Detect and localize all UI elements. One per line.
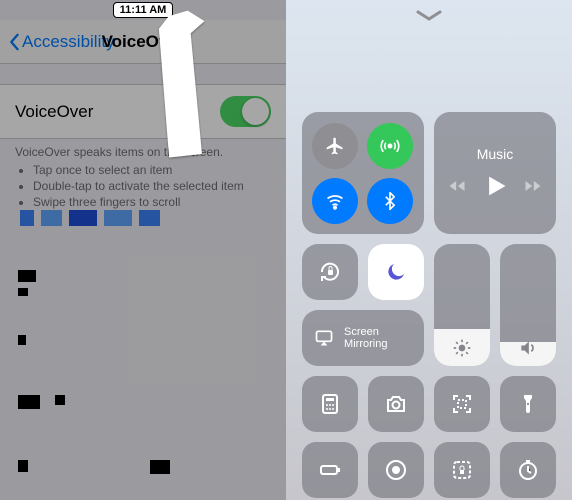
moon-icon <box>384 260 408 284</box>
control-grid: Music Screen Mirroring <box>302 112 556 498</box>
calculator-button[interactable] <box>302 376 358 432</box>
control-center: Music Screen Mirroring <box>286 0 572 500</box>
qr-scan-button[interactable] <box>434 376 490 432</box>
brightness-icon <box>452 338 472 358</box>
prev-track-icon[interactable] <box>447 176 467 196</box>
camera-button[interactable] <box>368 376 424 432</box>
record-icon <box>384 458 408 482</box>
guided-access-button[interactable] <box>434 442 490 498</box>
redacted-pixel <box>18 270 36 282</box>
wifi-button[interactable] <box>312 178 358 224</box>
orientation-lock-button[interactable] <box>302 244 358 300</box>
brightness-slider[interactable] <box>434 244 490 366</box>
desc-intro: VoiceOver speaks items on the screen. <box>15 145 271 159</box>
nav-title: VoiceOver <box>0 32 286 52</box>
lock-dashed-icon <box>450 458 474 482</box>
play-icon[interactable] <box>481 172 509 200</box>
timer-button[interactable] <box>500 442 556 498</box>
redacted-content <box>20 210 160 226</box>
scan-icon <box>450 392 474 416</box>
status-bar: 11:11 AM <box>0 0 286 20</box>
timer-icon <box>516 458 540 482</box>
redacted-pixel <box>150 460 170 474</box>
voiceover-description: VoiceOver speaks items on the screen. Ta… <box>0 139 286 209</box>
music-title: Music <box>477 146 514 162</box>
voiceover-switch[interactable] <box>220 96 271 127</box>
airplay-icon <box>314 326 334 350</box>
cellular-data-button[interactable] <box>367 123 413 169</box>
redacted-pixel <box>18 460 28 472</box>
nav-bar: Accessibility VoiceOver <box>0 20 286 64</box>
status-time: 11:11 AM <box>113 2 174 18</box>
bluetooth-icon <box>380 191 400 211</box>
airplane-icon <box>325 136 345 156</box>
flashlight-button[interactable] <box>500 376 556 432</box>
calculator-icon <box>318 392 342 416</box>
volume-slider[interactable] <box>500 244 556 366</box>
rotation-lock-icon <box>318 260 342 284</box>
wifi-icon <box>325 191 345 211</box>
desc-item: Tap once to select an item <box>33 163 271 177</box>
voiceover-toggle-cell[interactable]: VoiceOver <box>0 84 286 139</box>
next-track-icon[interactable] <box>523 176 543 196</box>
collapse-chevron-icon[interactable] <box>414 10 444 22</box>
redacted-pixel <box>18 395 40 409</box>
antenna-icon <box>380 136 400 156</box>
desc-item: Swipe three fingers to scroll <box>33 195 271 209</box>
desc-item: Double-tap to activate the selected item <box>33 179 271 193</box>
redacted-pixel <box>55 395 65 405</box>
screen-record-button[interactable] <box>368 442 424 498</box>
redacted-pixel <box>18 335 26 345</box>
camera-icon <box>384 392 408 416</box>
bluetooth-button[interactable] <box>367 178 413 224</box>
voiceover-label: VoiceOver <box>15 102 93 122</box>
settings-voiceover-screen: 11:11 AM Accessibility VoiceOver VoiceOv… <box>0 0 286 500</box>
volume-icon <box>518 338 538 358</box>
music-card[interactable]: Music <box>434 112 556 234</box>
airplane-mode-button[interactable] <box>312 123 358 169</box>
mirror-label: Screen Mirroring <box>344 326 412 350</box>
battery-icon <box>318 458 342 482</box>
screen-mirroring-button[interactable]: Screen Mirroring <box>302 310 424 366</box>
low-power-button[interactable] <box>302 442 358 498</box>
do-not-disturb-button[interactable] <box>368 244 424 300</box>
flashlight-icon <box>516 392 540 416</box>
connectivity-card[interactable] <box>302 112 424 234</box>
redacted-pixel <box>18 288 28 296</box>
